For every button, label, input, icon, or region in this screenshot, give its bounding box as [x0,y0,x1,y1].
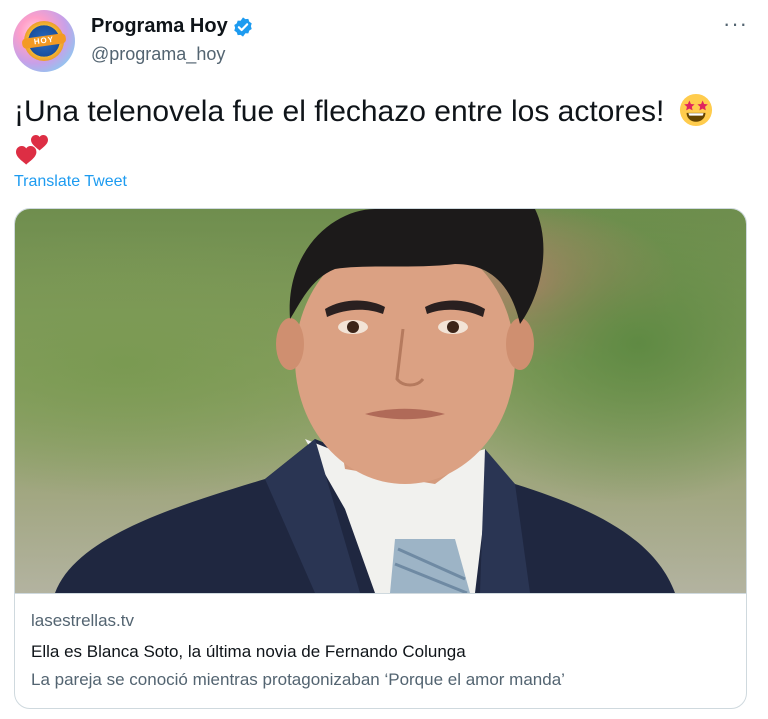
card-image[interactable] [15,209,746,595]
two-hearts-emoji [14,134,50,168]
display-name[interactable]: Programa Hoy [91,15,228,38]
tweet-text-content: ¡Una telenovela fue el flechazo entre lo… [14,95,665,128]
verified-badge-icon [232,16,254,38]
link-card[interactable]: lasestrellas.tv Ella es Blanca Soto, la … [14,208,747,709]
avatar[interactable]: HOY [13,10,75,72]
translate-tweet-link[interactable]: Translate Tweet [14,173,127,191]
author-name-row: Programa Hoy [91,15,254,38]
handle[interactable]: @programa_hoy [91,44,225,65]
star-struck-emoji [679,93,713,127]
card-title: Ella es Blanca Soto, la última novia de … [31,642,466,661]
card-domain: lasestrellas.tv [31,611,134,630]
more-options-icon[interactable]: ··· [723,13,748,35]
card-description: La pareja se conoció mientras protagoniz… [31,670,565,689]
tweet-text: ¡Una telenovela fue el flechazo entre lo… [14,92,734,168]
